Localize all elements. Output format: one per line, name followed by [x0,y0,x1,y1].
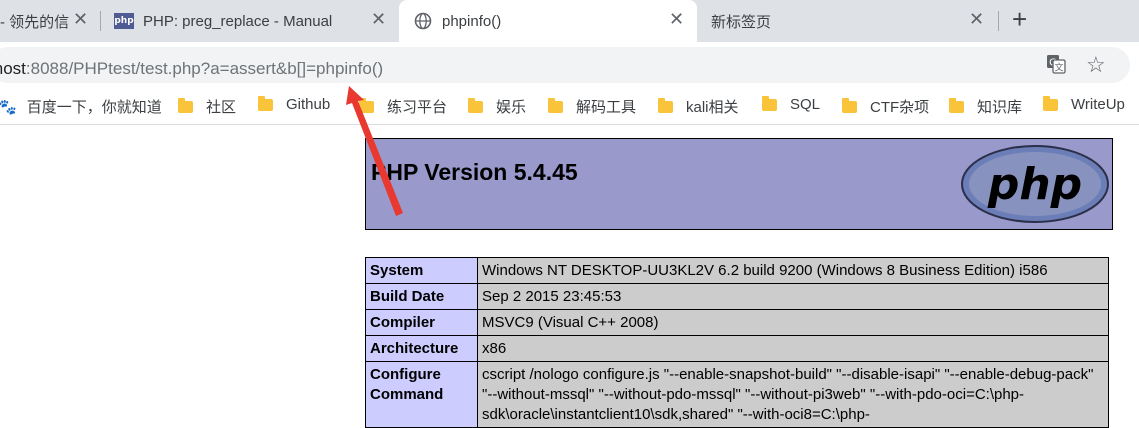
bookmark-label: 娱乐 [496,99,527,116]
tab-2[interactable]: php PHP: preg_replace - Manual ✕ [101,0,397,42]
tab-strip: - 领先的信 ✕ php PHP: preg_replace - Manual … [0,0,1139,42]
row-value: Sep 2 2015 23:45:53 [477,283,1109,310]
bookmark-label: 社区 [206,99,237,116]
row-key: Compiler [365,309,478,336]
table-row: Compiler MSVC9 (Visual C++ 2008) [365,309,1109,336]
close-icon[interactable]: ✕ [969,9,984,30]
table-row: Architecture x86 [365,335,1109,362]
bookmark-star-icon[interactable]: ☆ [1086,52,1106,78]
bookmark-folder-entertainment[interactable]: 娱乐 [468,96,526,117]
php-logo: php [961,145,1109,223]
bookmark-label: 解码工具 [576,99,637,116]
folder-icon [762,95,777,111]
url-path: :8088/PHPtest/test.php?a=assert&b[]=phpi… [25,59,384,78]
phpinfo-table: System Windows NT DESKTOP-UU3KL2V 6.2 bu… [365,257,1109,428]
folder-icon [468,97,483,113]
table-row: Build Date Sep 2 2015 23:45:53 [365,283,1109,310]
bookmark-label: kali相关 [686,99,739,116]
tab-2-title: PHP: preg_replace - Manual [143,12,333,30]
bookmark-folder-practice[interactable]: 练习平台 [359,96,447,117]
php-version-title: PHP Version 5.4.45 [371,159,578,185]
php-icon: php [114,13,134,29]
close-icon[interactable]: ✕ [371,9,386,30]
bookmark-label: 练习平台 [387,99,448,116]
row-value: cscript /nologo configure.js "--enable-s… [477,361,1109,428]
svg-text:文: 文 [1054,62,1063,74]
tab-3-active[interactable]: phpinfo() ✕ [399,0,697,42]
row-value: MSVC9 (Visual C++ 2008) [477,309,1109,336]
bookmark-folder-knowledge[interactable]: 知识库 [949,96,1022,117]
close-icon[interactable]: ✕ [73,9,88,30]
bookmark-label: WriteUp [1071,96,1125,113]
row-key: Architecture [365,335,478,362]
phpinfo-header: PHP Version 5.4.45 php [365,138,1113,230]
bookmark-folder-sql[interactable]: SQL [762,95,821,113]
tab-1-title: - 领先的信 [0,13,70,31]
folder-icon [548,97,563,113]
row-value: Windows NT DESKTOP-UU3KL2V 6.2 build 920… [477,257,1109,284]
folder-icon [178,97,193,113]
bookmark-folder-ctf[interactable]: CTF杂项 [842,96,929,117]
bookmarks-bar: 🐾 百度一下，你就知道 社区 Github 练习平台 娱乐 解码工具 kali相… [0,88,1139,125]
bookmark-folder-writeup[interactable]: WriteUp [1043,95,1125,113]
bookmark-folder-github[interactable]: Github [258,95,331,113]
bookmark-label: 百度一下，你就知道 [26,99,162,116]
page-content: PHP Version 5.4.45 php System Windows NT… [0,125,1139,428]
bookmark-label: 知识库 [977,99,1023,116]
bookmark-folder-kali[interactable]: kali相关 [658,96,739,117]
toolbar: lhost:8088/PHPtest/test.php?a=assert&b[]… [0,42,1139,88]
folder-icon [359,97,374,113]
new-tab-button[interactable]: + [1012,4,1027,35]
row-value: x86 [477,335,1109,362]
row-key: Configure Command [365,361,478,428]
tab-separator [998,11,999,31]
folder-icon [949,97,964,113]
php-logo-text: php [987,159,1082,210]
table-row: System Windows NT DESKTOP-UU3KL2V 6.2 bu… [365,257,1109,284]
url-host: lhost [0,59,26,78]
translate-icon[interactable]: G 文 [1046,54,1066,74]
address-bar[interactable]: lhost:8088/PHPtest/test.php?a=assert&b[]… [0,47,1130,83]
tab-3-title: phpinfo() [442,12,502,30]
close-icon[interactable]: ✕ [669,9,684,30]
tab-1[interactable]: - 领先的信 ✕ [0,0,98,42]
row-key: Build Date [365,283,478,310]
folder-icon [258,95,273,111]
bookmark-folder-community[interactable]: 社区 [178,96,236,117]
table-row: Configure Command cscript /nologo config… [365,361,1109,428]
globe-icon [414,12,432,30]
folder-icon [1043,95,1058,111]
paw-icon: 🐾 [0,98,17,116]
folder-icon [658,97,673,113]
tab-4-title: 新标签页 [711,13,772,31]
folder-icon [842,97,857,113]
bookmark-label: Github [286,96,331,113]
bookmark-label: CTF杂项 [870,99,930,116]
bookmark-baidu[interactable]: 🐾 百度一下，你就知道 [0,96,162,117]
url-text[interactable]: lhost:8088/PHPtest/test.php?a=assert&b[]… [0,59,383,79]
row-key: System [365,257,478,284]
bookmark-label: SQL [790,96,821,113]
bookmark-folder-decode[interactable]: 解码工具 [548,96,636,117]
tab-4[interactable]: 新标签页 ✕ [697,0,997,42]
